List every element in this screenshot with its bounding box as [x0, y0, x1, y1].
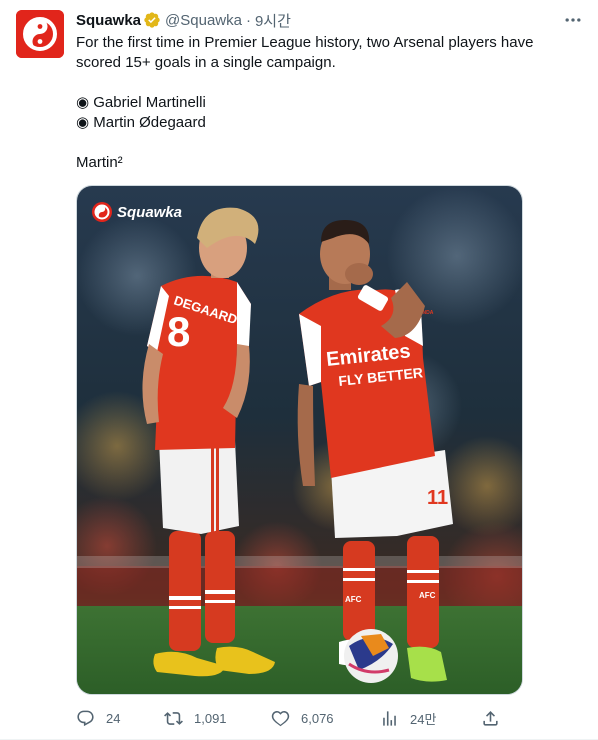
- avatar[interactable]: [16, 10, 64, 58]
- squawka-watermark: Squawka: [92, 202, 182, 222]
- author-handle[interactable]: @Squawka: [165, 12, 242, 29]
- timestamp[interactable]: 9시간: [255, 10, 291, 31]
- reply-button[interactable]: 24: [76, 706, 120, 730]
- more-icon[interactable]: [560, 10, 586, 30]
- football: [344, 629, 398, 683]
- tweet[interactable]: Squawka @Squawka · 9시간 For the first tim…: [0, 0, 598, 740]
- list-item: ◉ Gabriel Martinelli: [76, 94, 206, 111]
- squawka-logo-icon: [16, 10, 64, 58]
- watermark-text: Squawka: [117, 204, 182, 221]
- list-item: ◉ Martin Ødegaard: [76, 114, 206, 131]
- like-button[interactable]: 6,076: [271, 706, 334, 730]
- heart-icon: [271, 710, 290, 726]
- verified-badge-icon[interactable]: [143, 11, 161, 29]
- author-name[interactable]: Squawka: [76, 12, 141, 29]
- share-button[interactable]: [481, 706, 500, 730]
- views-icon: [383, 710, 396, 726]
- tweet-text-line: Martin²: [76, 154, 123, 171]
- tweet-text-line: scored 15+ goals in a single campaign.: [76, 54, 336, 71]
- sock-text: AFC: [419, 591, 436, 600]
- tweet-text-line: For the first time in Premier League his…: [76, 34, 534, 51]
- shorts-number: 11: [427, 487, 448, 509]
- views-count: 24만: [410, 711, 437, 727]
- separator: ·: [245, 11, 251, 29]
- reply-count: 24: [106, 710, 121, 726]
- retweet-icon: [164, 711, 183, 725]
- tweet-text: For the first time in Premier League his…: [76, 33, 576, 173]
- share-icon: [483, 710, 498, 726]
- tweet-media-image[interactable]: Squawka 8 DEGAARD AFC AFC 11 Emirates FL…: [76, 185, 523, 695]
- tweet-actions: 24 1,091 6,076 24만: [76, 706, 506, 730]
- retweet-button[interactable]: 1,091: [164, 706, 227, 730]
- like-count: 6,076: [301, 710, 334, 726]
- reply-icon: [77, 710, 94, 726]
- tweet-header: Squawka @Squawka · 9시간: [76, 10, 291, 30]
- sock-text: AFC: [345, 595, 362, 604]
- views-button[interactable]: 24만: [380, 706, 436, 730]
- jersey-number-8: 8: [167, 308, 190, 355]
- retweet-count: 1,091: [194, 710, 227, 726]
